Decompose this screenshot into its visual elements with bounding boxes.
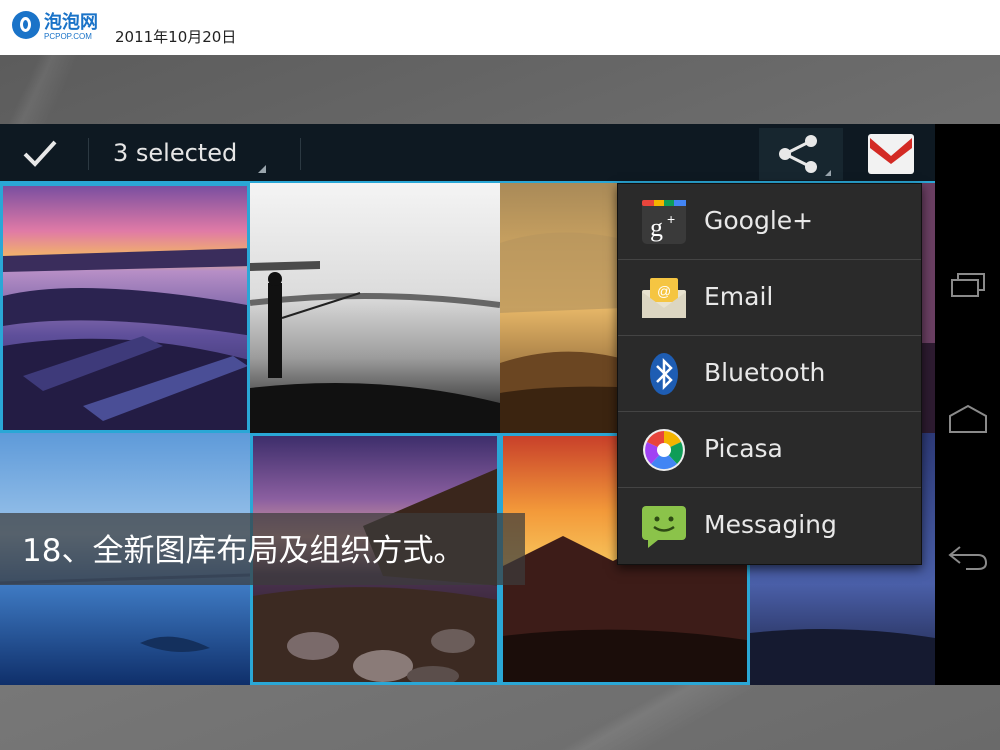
svg-text:g: g (650, 213, 663, 242)
picasa-icon (643, 429, 685, 471)
photo-tile[interactable] (0, 183, 250, 433)
logo-name: 泡泡网 (44, 12, 98, 33)
divider (300, 138, 301, 170)
pcpop-logo-icon (12, 11, 40, 39)
share-icon (779, 135, 831, 176)
page-header: 泡泡网 PCPOP.COM 2011年10月20日 (0, 0, 1000, 55)
photo-fisherman (250, 183, 500, 433)
share-item-google-plus[interactable]: g + Google+ (618, 184, 921, 260)
share-button[interactable] (759, 128, 843, 180)
dropdown-caret-icon (258, 165, 266, 173)
share-popup-menu: g + Google+ @ Email Bluetooth Picasa Mes… (617, 183, 922, 565)
bluetooth-icon (650, 353, 678, 395)
gmail-icon (868, 134, 914, 174)
photo-sunset-shore (3, 186, 247, 430)
photo-tile[interactable] (250, 183, 500, 433)
divider (88, 138, 89, 170)
google-plus-icon: g + (642, 200, 686, 244)
system-nav-bar (935, 124, 1000, 685)
gmail-button[interactable] (848, 128, 934, 180)
recent-apps-icon[interactable] (946, 268, 990, 304)
selected-count-dropdown[interactable]: 3 selected (113, 139, 237, 167)
share-item-email[interactable]: @ Email (618, 260, 921, 336)
home-icon[interactable] (946, 402, 990, 438)
back-icon[interactable] (946, 539, 990, 575)
selection-action-bar: 3 selected (0, 124, 935, 183)
check-icon[interactable] (22, 138, 58, 170)
email-icon: @ (642, 278, 686, 318)
messaging-icon (642, 506, 686, 548)
svg-text:+: + (667, 211, 675, 227)
share-item-label: Bluetooth (704, 358, 826, 387)
share-item-picasa[interactable]: Picasa (618, 412, 921, 488)
share-item-label: Google+ (704, 206, 814, 235)
share-item-label: Email (704, 282, 774, 311)
publish-date: 2011年10月20日 (115, 28, 237, 46)
svg-text:@: @ (657, 283, 671, 299)
share-item-label: Messaging (704, 510, 837, 539)
share-item-bluetooth[interactable]: Bluetooth (618, 336, 921, 412)
slide-caption: 18、全新图库布局及组织方式。 (22, 533, 465, 569)
share-item-messaging[interactable]: Messaging (618, 488, 921, 564)
logo-subtitle: PCPOP.COM (44, 32, 92, 41)
share-item-label: Picasa (704, 434, 783, 463)
